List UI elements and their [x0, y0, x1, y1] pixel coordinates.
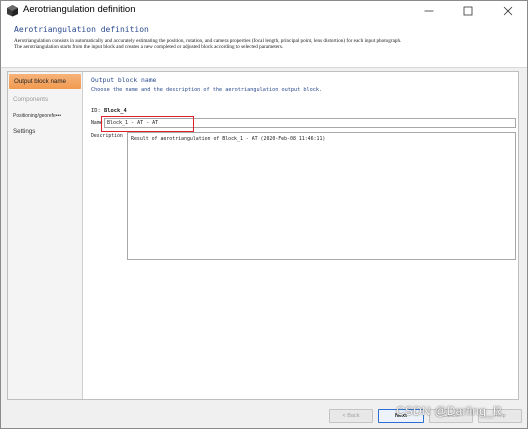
maximize-icon — [463, 6, 473, 15]
id-row: ID: Block_4 — [91, 108, 127, 114]
description-label: Description — [91, 134, 123, 139]
minimize-button[interactable] — [414, 1, 444, 20]
section-title: Output block name — [91, 76, 157, 84]
dialog-header: Aerotriangulation definition Aerotriangu… — [1, 20, 527, 68]
sidebar-item-components[interactable]: Components — [8, 92, 82, 107]
wizard-sidebar: Output block name Components Positioning… — [8, 72, 83, 399]
main-form: Output block name Choose the name and th… — [91, 76, 516, 396]
dialog-window: Aerotriangulation definition Aerotriangu… — [0, 0, 528, 429]
sidebar-item-positioning[interactable]: Positioning/georefe••• — [8, 109, 82, 124]
dialog-footer: < Back Next Cancel Help — [1, 402, 527, 428]
next-button[interactable]: Next — [378, 409, 424, 423]
window-title: Aerotriangulation definition — [23, 4, 136, 15]
header-description-line2: The aerotriangulation starts from the in… — [14, 44, 284, 50]
sidebar-item-output-block-name[interactable]: Output block name — [9, 74, 81, 89]
help-button[interactable]: Help — [478, 409, 522, 423]
title-bar[interactable]: Aerotriangulation definition — [1, 1, 527, 20]
back-button[interactable]: < Back — [329, 409, 373, 423]
cancel-button[interactable]: Cancel — [429, 409, 473, 423]
sidebar-item-settings[interactable]: Settings — [8, 124, 82, 139]
id-label: ID: — [91, 108, 101, 114]
close-button[interactable] — [493, 1, 523, 20]
minimize-icon — [424, 10, 434, 11]
header-title: Aerotriangulation definition — [14, 25, 149, 34]
section-subtitle: Choose the name and the description of t… — [91, 87, 323, 93]
app-shape-icon — [7, 5, 18, 17]
content-panel: Output block name Components Positioning… — [7, 71, 519, 400]
header-description: Aerotriangulation consists in automatica… — [14, 38, 519, 50]
maximize-button[interactable] — [453, 1, 483, 20]
name-input[interactable]: Block_1 - AT - AT — [104, 118, 516, 128]
close-icon — [503, 6, 513, 15]
description-textarea[interactable]: Result of aerotriangulation of Block_1 -… — [127, 132, 516, 260]
name-label: Name — [91, 121, 103, 126]
id-value: Block_4 — [104, 108, 127, 114]
